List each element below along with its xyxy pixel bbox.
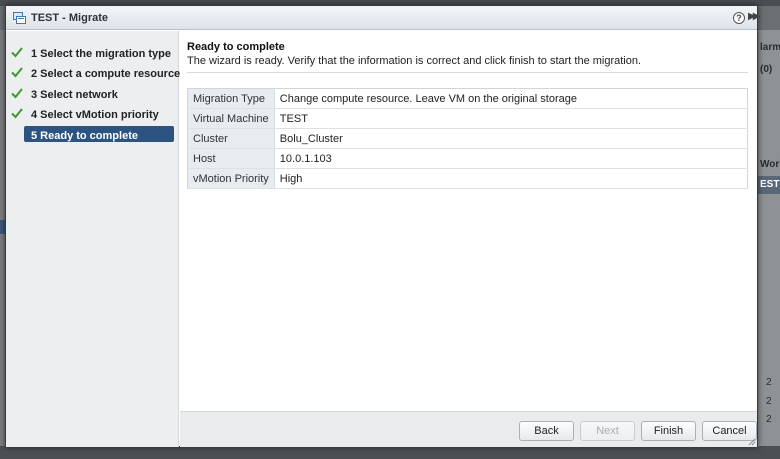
finish-button[interactable]: Finish	[641, 421, 696, 441]
wizard-step-label: 2 Select a compute resource	[31, 68, 181, 80]
summary-value: 10.0.1.103	[274, 148, 748, 169]
background-text: 2	[766, 414, 772, 425]
dialog-titlebar[interactable]: TEST - Migrate ? ▶▶	[6, 6, 761, 30]
dialog-title: TEST - Migrate	[31, 12, 109, 24]
dialog-footer: Back Next Finish Cancel	[180, 411, 757, 447]
resize-grip-icon[interactable]	[748, 438, 756, 446]
check-icon	[11, 47, 23, 58]
table-row: vMotion Priority High	[187, 168, 748, 189]
summary-key: Virtual Machine	[187, 108, 275, 129]
wizard-step-compute-resource[interactable]: 2 Select a compute resource	[6, 66, 181, 82]
wizard-step-network[interactable]: 3 Select network	[6, 87, 179, 103]
divider	[187, 72, 748, 73]
summary-value: TEST	[274, 108, 748, 129]
vm-migrate-icon	[13, 12, 26, 24]
migrate-dialog: TEST - Migrate ? ▶▶ 1 Select the migrati…	[5, 5, 761, 447]
wizard-step-label: 3 Select network	[31, 89, 118, 101]
check-icon	[11, 67, 23, 78]
summary-key: vMotion Priority	[187, 168, 275, 189]
background-text: EST	[760, 179, 780, 190]
page-description: The wizard is ready. Verify that the inf…	[187, 55, 642, 67]
table-row: Host 10.0.1.103	[187, 148, 748, 169]
background-text: larm	[760, 42, 780, 53]
wizard-steps: 1 Select the migration type 2 Select a c…	[6, 31, 181, 447]
table-row: Migration Type Change compute resource. …	[187, 88, 748, 109]
summary-value: Change compute resource. Leave VM on the…	[274, 88, 748, 109]
summary-key: Host	[187, 148, 275, 169]
background-text: 2	[766, 377, 772, 388]
summary-table: Migration Type Change compute resource. …	[187, 88, 748, 189]
summary-key: Migration Type	[187, 88, 275, 109]
wizard-step-vmotion-priority[interactable]: 4 Select vMotion priority	[6, 107, 179, 123]
check-icon	[11, 108, 23, 119]
help-icon[interactable]: ?	[733, 12, 745, 24]
background-footer	[0, 446, 780, 459]
wizard-step-label: 1 Select the migration type	[31, 48, 171, 60]
double-chevron-right-icon[interactable]: ▶▶	[748, 11, 761, 22]
background-text: 2	[766, 396, 772, 407]
table-row: Cluster Bolu_Cluster	[187, 128, 748, 149]
page-title: Ready to complete	[187, 41, 285, 53]
next-button: Next	[580, 421, 635, 441]
background-text: Work	[760, 159, 780, 170]
wizard-step-label: 4 Select vMotion priority	[31, 109, 159, 121]
wizard-content: Ready to complete The wizard is ready. V…	[180, 31, 757, 411]
table-row: Virtual Machine TEST	[187, 108, 748, 129]
check-icon	[11, 88, 23, 99]
back-button[interactable]: Back	[519, 421, 574, 441]
summary-value: High	[274, 168, 748, 189]
background-text: (0)	[760, 64, 773, 75]
wizard-step-ready-to-complete[interactable]: 5 Ready to complete	[6, 126, 179, 144]
wizard-step-label: 5 Ready to complete	[31, 130, 138, 142]
summary-value: Bolu_Cluster	[274, 128, 748, 149]
wizard-step-migration-type[interactable]: 1 Select the migration type	[6, 46, 179, 62]
summary-key: Cluster	[187, 128, 275, 149]
